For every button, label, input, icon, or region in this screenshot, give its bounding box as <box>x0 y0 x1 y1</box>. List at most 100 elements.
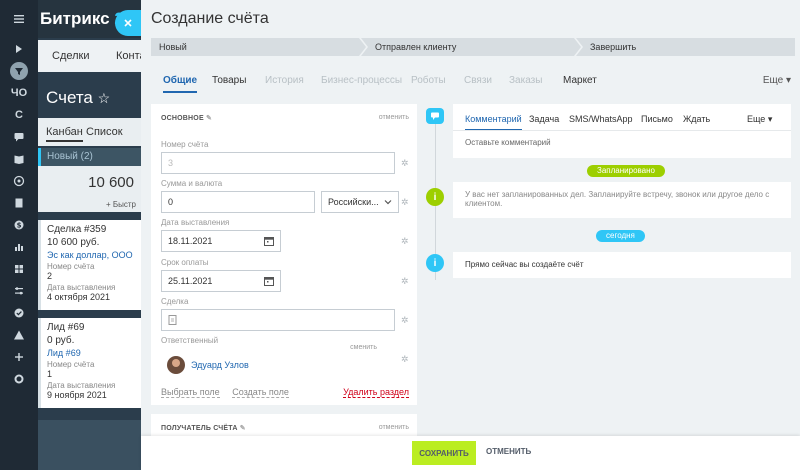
close-slider-button[interactable] <box>115 10 141 36</box>
field-settings-icon[interactable]: ✲ <box>401 277 409 286</box>
tabs-more-button[interactable]: Еще ▾ <box>763 75 791 86</box>
quick-add-button[interactable]: + Быстр <box>38 200 142 212</box>
settings-icon[interactable] <box>0 368 38 390</box>
stage-bar: Новый Отправлен клиенту Завершить <box>151 38 795 56</box>
stage-sent[interactable]: Отправлен клиенту <box>361 38 581 56</box>
tab-robots[interactable]: Роботы <box>411 75 446 86</box>
chevron-down-icon <box>384 200 392 205</box>
kanban-card[interactable]: Лид #69 0 руб. Лид #69 Номер счёта 1 Дат… <box>38 318 142 408</box>
card-num-label: Номер счёта <box>47 262 95 271</box>
field-settings-icon[interactable]: ✲ <box>401 355 409 364</box>
cancel-button[interactable]: ОТМЕНИТЬ <box>486 447 531 456</box>
responsible-change-link[interactable]: сменить <box>350 344 377 351</box>
left-rail: ЧО С $ <box>0 0 38 470</box>
pencil-icon[interactable]: ✎ <box>240 425 246 432</box>
create-field-link[interactable]: Создать поле <box>232 387 289 398</box>
deal-input[interactable] <box>161 309 395 331</box>
tab-comment[interactable]: Комментарий <box>465 114 522 131</box>
field-settings-icon[interactable]: ✲ <box>401 159 409 168</box>
card-sum: 10 600 руб. <box>47 237 100 248</box>
target-icon[interactable] <box>0 170 38 192</box>
field-settings-icon[interactable]: ✲ <box>401 316 409 325</box>
pencil-icon[interactable]: ✎ <box>206 115 212 122</box>
slider-footer: СОХРАНИТЬ ОТМЕНИТЬ <box>141 436 800 470</box>
plus-icon[interactable] <box>0 346 38 368</box>
save-button[interactable]: СОХРАНИТЬ <box>412 441 476 465</box>
slider-title: Создание счёта <box>151 10 269 27</box>
book-icon[interactable] <box>0 148 38 170</box>
responsible-name[interactable]: Эдуард Узлов <box>191 360 249 370</box>
nav-deals[interactable]: Сделки <box>52 50 90 62</box>
section-title: ОСНОВНОЕ ✎ <box>161 114 212 122</box>
field-links: Выбрать поле Создать поле <box>161 387 299 398</box>
delete-section-link[interactable]: Удалить раздел <box>343 387 409 398</box>
dollar-icon[interactable]: $ <box>0 214 38 236</box>
logo-text: Битрикс <box>40 9 110 28</box>
chart-icon[interactable] <box>0 236 38 258</box>
comment-input[interactable]: Оставьте комментарий <box>465 138 551 147</box>
menu-icon[interactable] <box>0 8 38 30</box>
card-title: Лид #69 <box>47 322 85 333</box>
field-settings-icon[interactable]: ✲ <box>401 237 409 246</box>
comment-more-button[interactable]: Еще ▾ <box>747 114 772 125</box>
issue-date-input[interactable]: 18.11.2021 <box>161 230 281 252</box>
card-date-label: Дата выставления <box>47 283 116 292</box>
planned-badge: Запланировано <box>587 165 665 177</box>
select-field-link[interactable]: Выбрать поле <box>161 387 220 398</box>
tab-general[interactable]: Общие <box>163 75 198 93</box>
tab-products[interactable]: Товары <box>212 75 246 86</box>
stage-finish[interactable]: Завершить <box>576 38 795 56</box>
comment-icon <box>426 108 444 124</box>
responsible-user[interactable]: Эдуард Узлов <box>161 356 361 376</box>
issue-date-value: 18.11.2021 <box>168 236 213 246</box>
section-title: ПОЛУЧАТЕЛЬ СЧЁТА ✎ <box>161 424 246 432</box>
card-date-label: Дата выставления <box>47 381 116 390</box>
calendar-icon[interactable] <box>264 236 274 246</box>
tab-email[interactable]: Письмо <box>641 114 673 124</box>
comment-editor: Комментарий Задача SMS/WhatsApp Письмо Ж… <box>453 104 791 158</box>
rail-item-cho[interactable]: ЧО <box>0 82 38 104</box>
tab-task[interactable]: Задача <box>529 114 559 124</box>
filter-icon[interactable] <box>0 60 38 82</box>
invoice-number-input[interactable]: 3 <box>161 152 395 174</box>
due-date-label: Срок оплаты <box>161 258 209 267</box>
arrow-right-icon[interactable] <box>0 38 38 60</box>
card-num-label: Номер счёта <box>47 360 95 369</box>
section-cancel-link[interactable]: отменить <box>379 114 409 121</box>
currency-select[interactable]: Российски... <box>321 191 399 213</box>
tab-orders[interactable]: Заказы <box>509 75 542 86</box>
calendar-icon[interactable] <box>264 276 274 286</box>
kanban-column-header[interactable]: Новый (2) <box>38 148 142 166</box>
page-title-text: Счета <box>46 88 93 107</box>
tab-history[interactable]: История <box>265 75 304 86</box>
amount-input[interactable]: 0 <box>161 191 315 213</box>
field-settings-icon[interactable]: ✲ <box>401 198 409 207</box>
tab-business-processes[interactable]: Бизнес-процессы <box>321 75 402 86</box>
stage-new[interactable]: Новый <box>151 38 366 56</box>
grid-icon[interactable] <box>0 258 38 280</box>
alert-icon[interactable] <box>0 324 38 346</box>
currency-value: Российски... <box>328 197 379 207</box>
due-date-value: 25.11.2021 <box>168 276 213 286</box>
document-icon[interactable] <box>0 192 38 214</box>
tab-kanban[interactable]: Канбан <box>46 126 83 142</box>
tab-market[interactable]: Маркет <box>563 75 597 86</box>
kanban-card[interactable]: Сделка #359 10 600 руб. Эс как доллар, О… <box>38 220 142 310</box>
rail-item-s[interactable]: С <box>0 104 38 126</box>
tabs-more-label: Еще <box>762 75 784 86</box>
card-link[interactable]: Эс как доллар, ООО <box>47 250 136 260</box>
tab-list[interactable]: Список <box>86 126 123 138</box>
due-date-input[interactable]: 25.11.2021 <box>161 270 281 292</box>
tab-wait[interactable]: Ждать <box>683 114 710 124</box>
tab-links[interactable]: Связи <box>464 75 492 86</box>
planned-note: У вас нет запланированных дел. Запланиру… <box>453 182 791 218</box>
svg-text:$: $ <box>17 222 22 230</box>
section2-cancel-link[interactable]: отменить <box>379 424 409 431</box>
tab-sms[interactable]: SMS/WhatsApp <box>569 114 633 124</box>
card-link[interactable]: Лид #69 <box>47 348 136 358</box>
document-edit-icon <box>168 315 177 325</box>
star-icon[interactable]: ☆ <box>98 90 111 106</box>
sliders-icon[interactable] <box>0 280 38 302</box>
check-icon[interactable] <box>0 302 38 324</box>
chat-icon[interactable] <box>0 126 38 148</box>
